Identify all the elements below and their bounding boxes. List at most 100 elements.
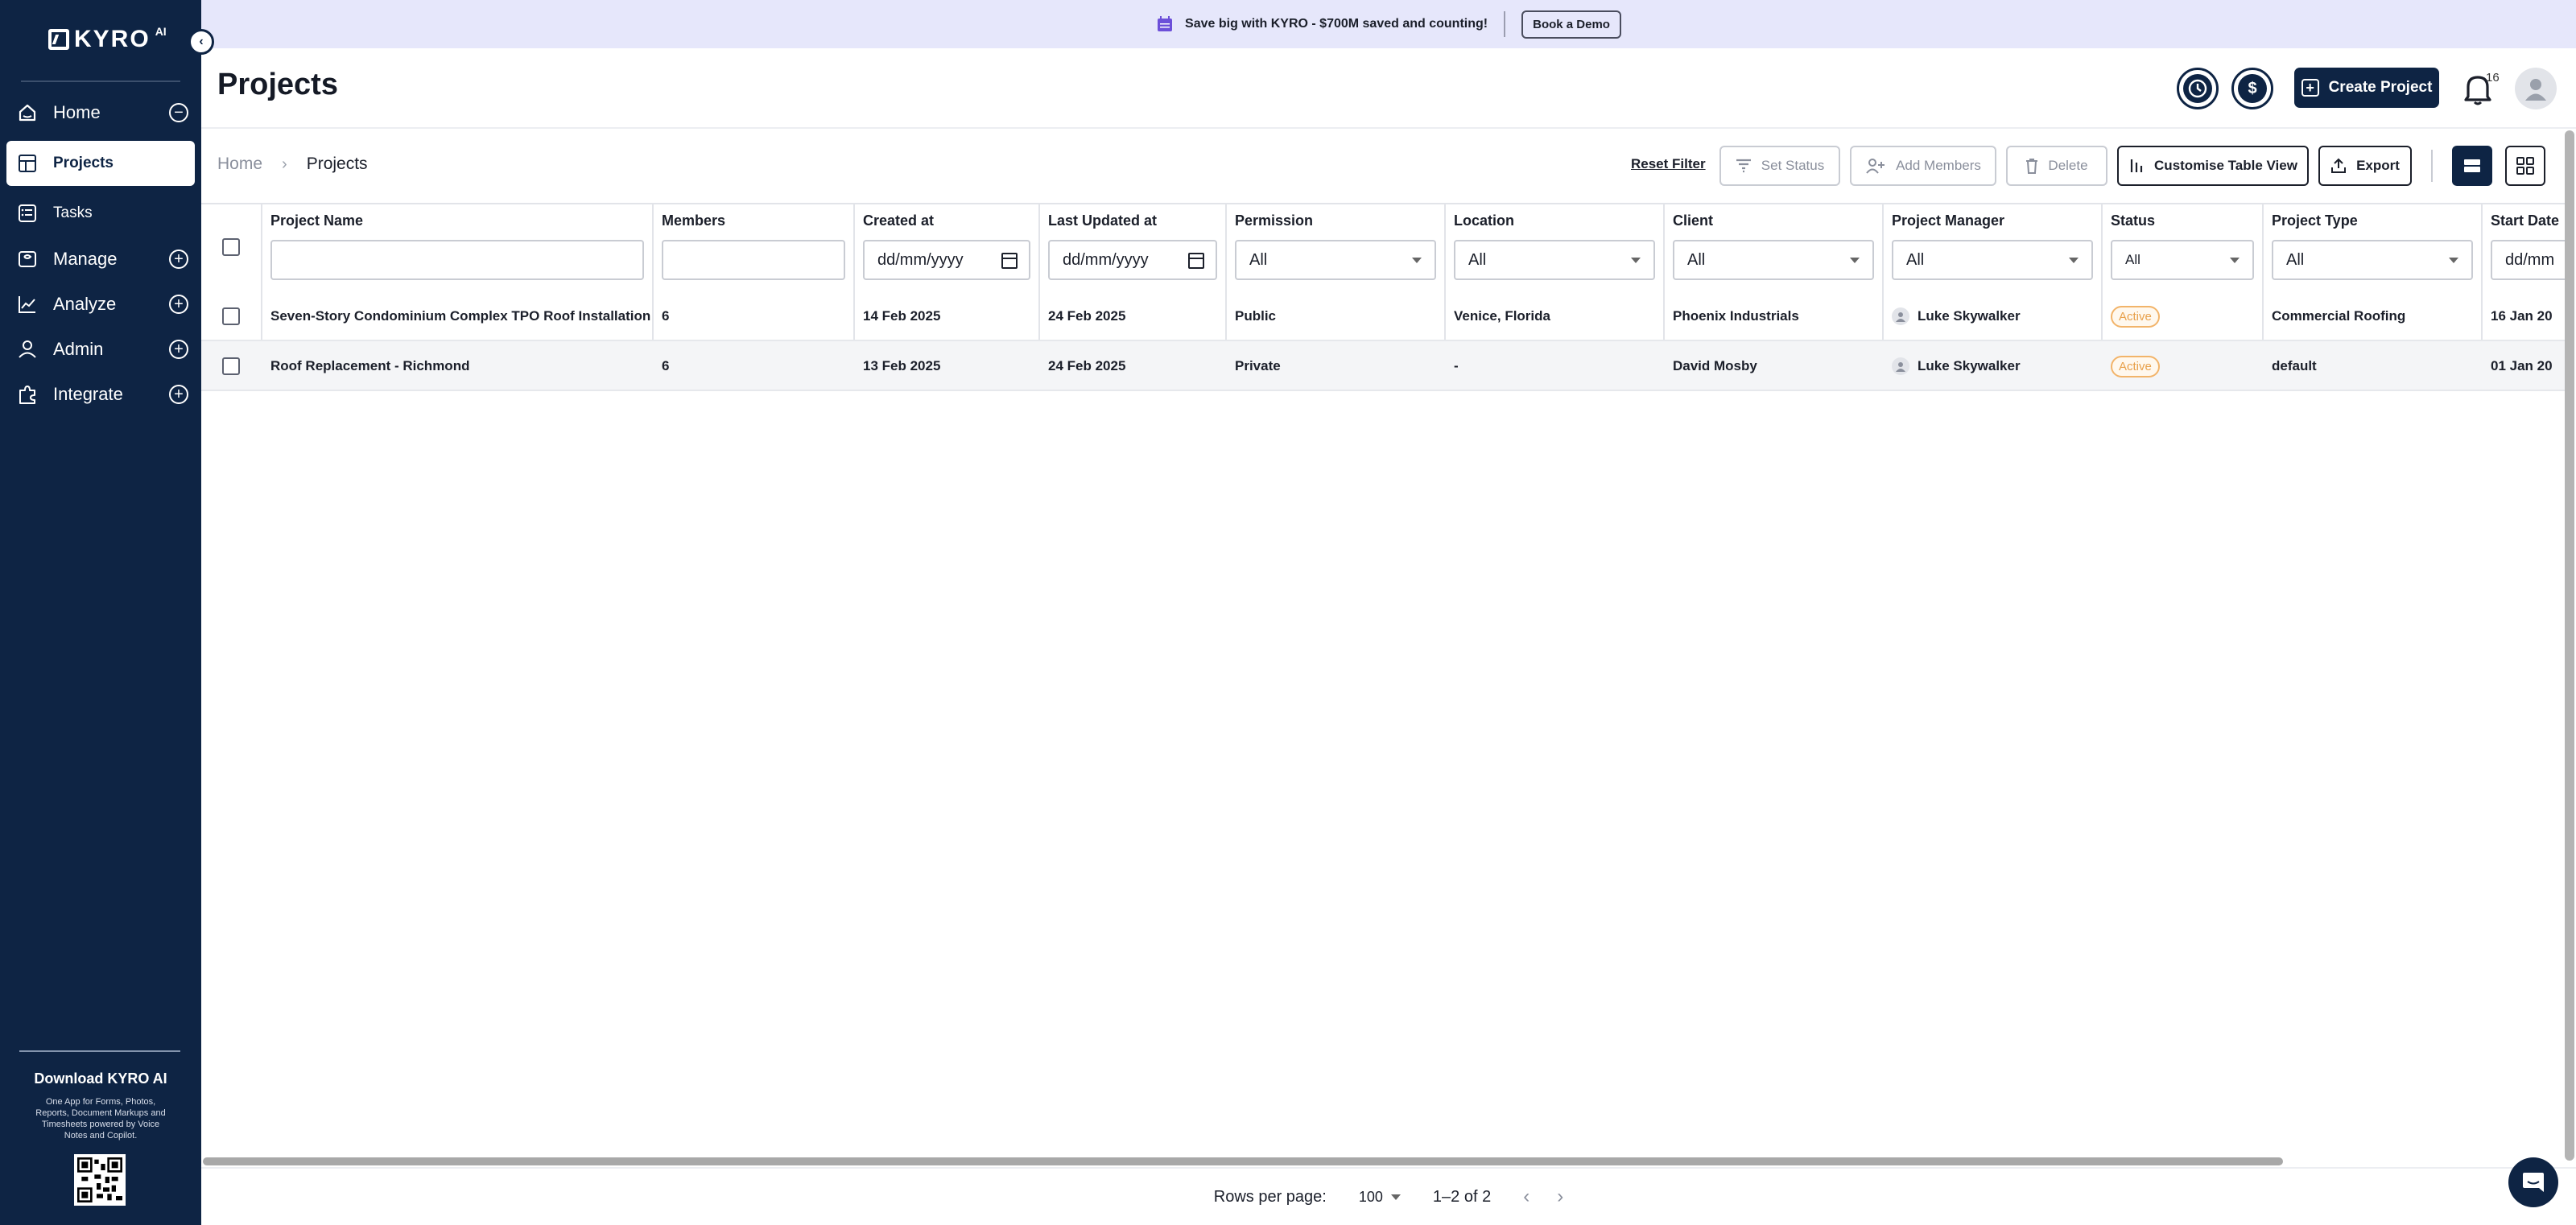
- column-header-permission[interactable]: Permission: [1235, 212, 1313, 229]
- qr-code[interactable]: [74, 1154, 126, 1206]
- last-updated-date-filter[interactable]: dd/mm/yyyy: [1048, 240, 1217, 280]
- created-at-date-filter[interactable]: dd/mm/yyyy: [863, 240, 1030, 280]
- sidebar-divider: [21, 80, 180, 82]
- sidebar-item-integrate[interactable]: Integrate +: [6, 372, 195, 417]
- manager-cell: Luke Skywalker: [1892, 291, 2021, 341]
- calendar-picker-icon[interactable]: [1188, 253, 1204, 269]
- clock-icon: [2183, 74, 2212, 103]
- calendar-picker-icon[interactable]: [1001, 253, 1018, 269]
- horizontal-scrollbar[interactable]: [203, 1157, 2283, 1165]
- kyro-logo-mark-icon: [48, 29, 69, 50]
- expand-plus-icon[interactable]: +: [169, 295, 188, 314]
- export-label: Export: [2356, 158, 2400, 173]
- status-badge[interactable]: Active: [2111, 305, 2160, 328]
- table-row[interactable]: Seven-Story Condominium Complex TPO Roof…: [201, 291, 2566, 341]
- toolbar-separator: [2431, 150, 2433, 182]
- avatar[interactable]: [2515, 68, 2557, 109]
- create-project-button[interactable]: + Create Project: [2294, 68, 2439, 108]
- export-button[interactable]: Export: [2318, 146, 2412, 186]
- sidebar-item-admin[interactable]: Admin +: [6, 327, 195, 372]
- previous-page-button[interactable]: ‹: [1523, 1186, 1530, 1208]
- rows-per-page-value: 100: [1358, 1188, 1383, 1205]
- start-date-filter[interactable]: dd/mm: [2491, 240, 2566, 280]
- type-cell: Commercial Roofing: [2272, 308, 2406, 324]
- collapse-sidebar-button[interactable]: ‹: [188, 29, 214, 55]
- status-filter-select[interactable]: All: [2111, 240, 2254, 280]
- permission-filter-select[interactable]: All: [1235, 240, 1436, 280]
- project-name-filter-input[interactable]: [270, 240, 644, 280]
- location-filter-select[interactable]: All: [1454, 240, 1655, 280]
- book-demo-button[interactable]: Book a Demo: [1521, 10, 1621, 39]
- select-value: All: [1468, 250, 1487, 269]
- time-tracking-button[interactable]: [2177, 68, 2219, 109]
- column-header-project-type[interactable]: Project Type: [2272, 212, 2358, 229]
- breadcrumb-home[interactable]: Home: [217, 155, 262, 174]
- reset-filter-link[interactable]: Reset Filter: [1631, 156, 1706, 172]
- table-row[interactable]: Roof Replacement - Richmond 6 13 Feb 202…: [201, 341, 2566, 391]
- customise-table-view-button[interactable]: Customise Table View: [2117, 146, 2309, 186]
- project-name-cell[interactable]: Roof Replacement - Richmond: [270, 341, 469, 391]
- sidebar-item-label: Home: [53, 102, 101, 122]
- project-type-filter-select[interactable]: All: [2272, 240, 2473, 280]
- expand-plus-icon[interactable]: +: [169, 340, 188, 359]
- notification-count: 16: [2486, 71, 2500, 85]
- kyro-logo[interactable]: KYRO AI: [48, 25, 167, 53]
- delete-button[interactable]: Delete: [2006, 146, 2107, 186]
- home-icon: [16, 101, 39, 124]
- column-header-members[interactable]: Members: [662, 212, 725, 229]
- client-filter-select[interactable]: All: [1673, 240, 1874, 280]
- members-filter-input[interactable]: [662, 240, 845, 280]
- list-view-button[interactable]: [2452, 146, 2492, 186]
- user-icon: [16, 338, 39, 361]
- sidebar-item-tasks[interactable]: Tasks: [6, 191, 195, 236]
- column-header-location[interactable]: Location: [1454, 212, 1514, 229]
- dollar-icon: $: [2238, 74, 2267, 103]
- select-all-checkbox[interactable]: [222, 238, 240, 256]
- calendar-icon: [1158, 16, 1173, 31]
- sidebar-item-home[interactable]: Home −: [6, 90, 195, 135]
- row-checkbox[interactable]: [222, 357, 240, 375]
- add-members-button[interactable]: Add Members: [1850, 146, 1996, 186]
- rows-per-page-select[interactable]: 100: [1359, 1189, 1401, 1206]
- sidebar-footer-divider: [19, 1050, 180, 1052]
- set-status-button[interactable]: Set Status: [1719, 146, 1840, 186]
- column-header-status[interactable]: Status: [2111, 212, 2155, 229]
- next-page-button[interactable]: ›: [1557, 1186, 1563, 1208]
- project-manager-filter-select[interactable]: All: [1892, 240, 2093, 280]
- sidebar-item-label: Projects: [53, 155, 114, 171]
- expand-plus-icon[interactable]: +: [169, 385, 188, 404]
- location-cell: Venice, Florida: [1454, 308, 1550, 324]
- start-cell: 01 Jan 20: [2491, 358, 2553, 373]
- updated-cell: 24 Feb 2025: [1048, 358, 1126, 373]
- chat-support-button[interactable]: [2508, 1157, 2558, 1207]
- logo-text: KYRO: [74, 26, 151, 52]
- download-app-title: Download KYRO AI: [34, 1070, 167, 1087]
- members-cell: 6: [662, 358, 670, 373]
- manager-cell: Luke Skywalker: [1892, 341, 2021, 391]
- client-cell: Phoenix Industrials: [1673, 308, 1799, 324]
- puzzle-icon: [16, 383, 39, 406]
- header-divider: [201, 127, 2576, 129]
- sidebar-item-label: Analyze: [53, 294, 117, 314]
- row-checkbox[interactable]: [222, 307, 240, 325]
- column-header-last-updated[interactable]: Last Updated at: [1048, 212, 1157, 229]
- expand-plus-icon[interactable]: +: [169, 250, 188, 269]
- sidebar-item-projects[interactable]: Projects: [6, 141, 195, 186]
- column-header-project-manager[interactable]: Project Manager: [1892, 212, 2004, 229]
- billing-button[interactable]: $: [2231, 68, 2273, 109]
- column-header-project-name[interactable]: Project Name: [270, 212, 363, 229]
- manage-icon: [16, 248, 39, 270]
- column-header-client[interactable]: Client: [1673, 212, 1713, 229]
- permission-cell: Public: [1235, 308, 1277, 324]
- chevron-down-icon: [2069, 258, 2079, 263]
- project-name-cell[interactable]: Seven-Story Condominium Complex TPO Roof…: [270, 291, 650, 341]
- sidebar-item-manage[interactable]: Manage +: [6, 237, 195, 282]
- sidebar-item-analyze[interactable]: Analyze +: [6, 282, 195, 327]
- collapse-minus-icon[interactable]: −: [169, 103, 188, 122]
- breadcrumb: Home › Projects: [217, 155, 368, 174]
- grid-view-button[interactable]: [2505, 146, 2545, 186]
- vertical-scrollbar[interactable]: [2565, 130, 2574, 1161]
- column-header-start-date[interactable]: Start Date: [2491, 212, 2559, 229]
- column-header-created-at[interactable]: Created at: [863, 212, 934, 229]
- status-badge[interactable]: Active: [2111, 355, 2160, 377]
